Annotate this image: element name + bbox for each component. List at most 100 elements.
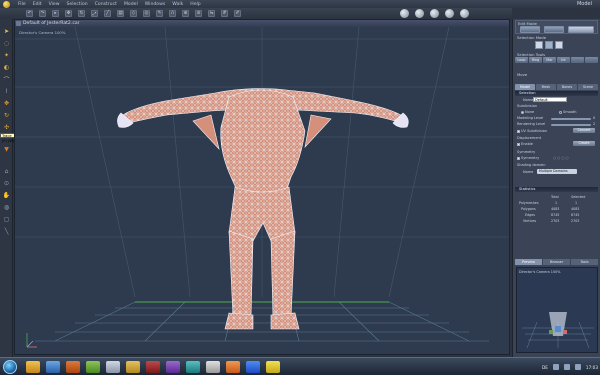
carrara-taskbar-icon[interactable] bbox=[266, 361, 280, 373]
selection-section-header[interactable]: Selection bbox=[515, 91, 598, 96]
app-taskbar-icon-8[interactable] bbox=[226, 361, 240, 373]
ring-select-button[interactable]: Ring bbox=[529, 57, 542, 63]
lasso-tool-icon[interactable]: ◌ bbox=[2, 39, 11, 48]
menu-file[interactable]: File bbox=[18, 2, 26, 7]
grid-icon[interactable]: # bbox=[221, 10, 228, 17]
menu-help[interactable]: Help bbox=[190, 2, 200, 7]
menu-view[interactable]: View bbox=[49, 2, 60, 7]
character-mesh[interactable] bbox=[117, 88, 409, 330]
room-build-icon[interactable] bbox=[400, 9, 409, 18]
move-icon[interactable]: ✥ bbox=[65, 10, 72, 17]
knife-icon[interactable]: ╱ bbox=[104, 10, 111, 17]
extrude-icon[interactable]: ▤ bbox=[117, 10, 124, 17]
arc-tool-icon[interactable]: ⌒ bbox=[2, 75, 11, 84]
language-indicator[interactable]: DE bbox=[542, 365, 548, 370]
bend-tool-icon[interactable]: ⌇ bbox=[2, 87, 11, 96]
app-taskbar-icon-7[interactable] bbox=[206, 361, 220, 373]
orbit-tool-icon[interactable]: ◍ bbox=[2, 203, 11, 212]
undo-icon[interactable]: ↶ bbox=[26, 10, 33, 17]
room-material-icon[interactable] bbox=[430, 9, 439, 18]
move-tool-icon[interactable]: ✥ bbox=[2, 99, 11, 108]
select-icon[interactable]: ▸ bbox=[52, 10, 59, 17]
flag-icon[interactable] bbox=[574, 364, 581, 370]
tab-browser[interactable]: Browser bbox=[543, 259, 570, 265]
pan-tool-icon[interactable]: ✋ bbox=[2, 191, 11, 200]
name-input[interactable]: Default bbox=[533, 97, 567, 102]
edit-mode-edge-button[interactable] bbox=[544, 26, 564, 33]
modeling-level-slider[interactable] bbox=[551, 118, 591, 120]
app-taskbar-icon-4[interactable] bbox=[146, 361, 160, 373]
menu-selection[interactable]: Selection bbox=[67, 2, 88, 7]
tab-mesh[interactable]: Mesh bbox=[536, 84, 556, 90]
zoom-tool-icon[interactable]: ⊙ bbox=[2, 179, 11, 188]
paint-icon[interactable]: ✐ bbox=[234, 10, 241, 17]
app-taskbar-icon-1[interactable] bbox=[86, 361, 100, 373]
media-taskbar-icon[interactable] bbox=[66, 361, 80, 373]
scale-icon[interactable]: ⤢ bbox=[91, 10, 98, 17]
symmetry-checkbox[interactable]: Symmetry bbox=[517, 156, 539, 160]
subdivision-smooth-radio[interactable]: Smooth bbox=[559, 110, 577, 114]
interior-select-button[interactable]: Int bbox=[557, 57, 570, 63]
brush-icon[interactable]: ✎ bbox=[156, 10, 163, 17]
room-model-icon[interactable] bbox=[415, 9, 424, 18]
browser-taskbar-icon[interactable] bbox=[46, 361, 60, 373]
smooth-icon[interactable]: ◎ bbox=[143, 10, 150, 17]
tab-preview[interactable]: Preview bbox=[515, 259, 542, 265]
uv-subdivision-checkbox[interactable]: UV Subdivision bbox=[517, 129, 547, 133]
shading-domain-dropdown[interactable]: Multiple Domains bbox=[537, 169, 577, 174]
network-icon[interactable] bbox=[552, 364, 559, 370]
statistics-section-header[interactable]: Statistics bbox=[515, 187, 598, 192]
tab-tools[interactable]: Tools bbox=[571, 259, 598, 265]
explorer-taskbar-icon[interactable] bbox=[26, 361, 40, 373]
bevel-icon[interactable]: ◇ bbox=[130, 10, 137, 17]
room-settings-icon[interactable] bbox=[460, 9, 469, 18]
select-tool-6-button[interactable] bbox=[585, 57, 598, 63]
selection-mode-edge-button[interactable] bbox=[545, 41, 553, 49]
app-taskbar-icon-5[interactable] bbox=[166, 361, 180, 373]
edit-mode-point-button[interactable] bbox=[520, 26, 540, 33]
tab-model[interactable]: Model bbox=[515, 84, 535, 90]
app-taskbar-icon-2[interactable] bbox=[106, 361, 120, 373]
magnet-icon[interactable]: ∩ bbox=[169, 10, 176, 17]
room-render-icon[interactable] bbox=[445, 9, 454, 18]
menu-construct[interactable]: Construct bbox=[95, 2, 117, 7]
app-taskbar-icon-3[interactable] bbox=[126, 361, 140, 373]
trace-tool-icon[interactable]: ▼ bbox=[2, 145, 11, 154]
menu-edit[interactable]: Edit bbox=[33, 2, 42, 7]
app-taskbar-icon-6[interactable] bbox=[186, 361, 200, 373]
viewport-scene[interactable] bbox=[15, 27, 509, 354]
clock[interactable]: 17:03 bbox=[586, 365, 598, 370]
edit-mode-face-button[interactable] bbox=[568, 26, 594, 33]
create-button[interactable]: Create bbox=[573, 141, 595, 146]
weld-icon[interactable]: ⊕ bbox=[182, 10, 189, 17]
marquee-select-button[interactable]: Mar bbox=[543, 57, 556, 63]
volume-icon[interactable] bbox=[563, 364, 570, 370]
selection-mode-face-button[interactable] bbox=[555, 41, 563, 49]
ruler-tool-icon[interactable]: ╲ bbox=[2, 227, 11, 236]
rendering-level-slider[interactable] bbox=[551, 124, 591, 126]
tab-bones[interactable]: Bones bbox=[557, 84, 577, 90]
split-icon[interactable]: ⊘ bbox=[195, 10, 202, 17]
mirror-icon[interactable]: ⇋ bbox=[208, 10, 215, 17]
select-tool-5-button[interactable] bbox=[571, 57, 584, 63]
pointer-tool-icon[interactable]: ➤ bbox=[2, 27, 11, 36]
subdivision-none-radio[interactable]: None bbox=[521, 110, 534, 114]
selection-mode-point-button[interactable] bbox=[535, 41, 543, 49]
camera-tool-icon[interactable]: ⌂ bbox=[2, 167, 11, 176]
symmetry-axis-radios[interactable]: ○ ○ ○ ○ bbox=[553, 156, 569, 160]
redo-icon[interactable]: ↷ bbox=[39, 10, 46, 17]
preview-viewport[interactable]: Director's Camera 100% bbox=[516, 267, 598, 353]
loop-select-button[interactable]: Loop bbox=[515, 57, 528, 63]
menu-model[interactable]: Model bbox=[124, 2, 138, 7]
rotate-tool-icon[interactable]: ↻ bbox=[2, 111, 11, 120]
menu-walk[interactable]: Walk bbox=[172, 2, 183, 7]
frame-tool-icon[interactable]: ▢ bbox=[2, 215, 11, 224]
start-button-icon[interactable] bbox=[3, 360, 17, 374]
app-taskbar-icon-9[interactable] bbox=[246, 361, 260, 373]
rotate-icon[interactable]: ↻ bbox=[78, 10, 85, 17]
convert-button[interactable]: Convert bbox=[573, 128, 595, 133]
scale-tool-icon[interactable]: ✣ bbox=[2, 123, 11, 132]
tab-scene[interactable]: Scene bbox=[578, 84, 598, 90]
sweep-tool-icon[interactable]: ◐ bbox=[2, 63, 11, 72]
3d-viewport[interactable]: Default of JesterRat2.car Director's Cam… bbox=[14, 19, 510, 355]
